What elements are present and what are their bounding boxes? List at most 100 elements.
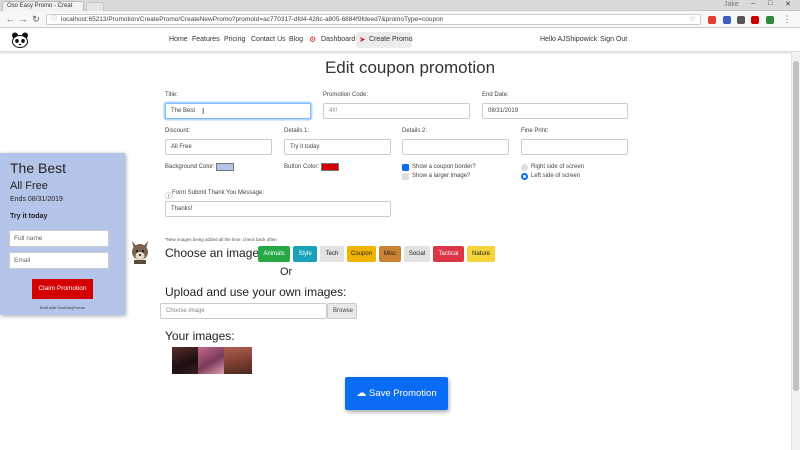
wolf-mascot-icon xyxy=(132,241,148,264)
help-circle-icon: ⓘ xyxy=(165,193,172,200)
coupon-preview-card: The Best All Free Ends 08/31/2019 Try it… xyxy=(0,153,125,315)
nav-blog[interactable]: Blog xyxy=(289,36,303,43)
larger-image-checkbox[interactable] xyxy=(402,173,409,180)
images-note: *New images being added all the time, ch… xyxy=(165,237,277,242)
bg-color-picker[interactable] xyxy=(216,163,234,171)
address-bar-row: ← → ↻ ⓘ localhost:65213/Promotion/Create… xyxy=(0,11,800,28)
coupon-border-label: Show a coupon border? xyxy=(412,164,476,170)
close-window-icon[interactable]: ✕ xyxy=(785,0,791,8)
category-tech-button[interactable]: Tech xyxy=(320,246,344,262)
fine-print-label: Fine Print: xyxy=(521,128,549,134)
back-icon[interactable]: ← xyxy=(4,14,16,24)
your-images-heading: Your images: xyxy=(165,329,235,343)
end-date-label: End Date: xyxy=(482,92,509,98)
upload-file-input[interactable]: Choose image xyxy=(160,303,327,319)
user-image-thumb-2[interactable] xyxy=(198,347,224,374)
details1-label: Details 1: xyxy=(284,128,310,134)
category-tactical-button[interactable]: Tactical xyxy=(433,246,464,262)
category-misc-button[interactable]: Misc xyxy=(379,246,401,262)
or-text: Or xyxy=(280,266,293,278)
button-color-picker[interactable] xyxy=(321,163,339,171)
user-image-thumb-1[interactable] xyxy=(172,347,198,374)
thanks-label: Form Submit Thank You Message: xyxy=(172,190,264,196)
nav-sign-out[interactable]: Sign Out xyxy=(600,36,627,43)
larger-image-label: Show a larger image? xyxy=(412,173,471,179)
category-style-button[interactable]: Style xyxy=(293,246,317,262)
promo-code-input[interactable]: 4!!! xyxy=(323,103,470,119)
preview-fullname-input[interactable]: Full name xyxy=(9,230,109,247)
title-label: Title: xyxy=(165,92,178,98)
page-title: Edit coupon promotion xyxy=(324,58,496,77)
reload-icon[interactable]: ↻ xyxy=(30,14,42,25)
title-input-value: The Best xyxy=(171,108,196,114)
preview-details: Try it today xyxy=(10,213,48,220)
opera-extension-icon[interactable] xyxy=(708,16,716,24)
preview-title: The Best xyxy=(10,160,67,176)
page-scrollbar[interactable] xyxy=(791,52,800,450)
left-side-radio[interactable] xyxy=(521,173,528,180)
bookmark-star-icon[interactable]: ☆ xyxy=(689,15,696,23)
title-input[interactable]: The Best I xyxy=(165,103,311,119)
promo-code-label: Promotion Code: xyxy=(323,92,369,98)
cloud-upload-icon: ☁ xyxy=(356,388,367,399)
details2-label: Details 2: xyxy=(402,128,428,134)
nav-home[interactable]: Home xyxy=(169,36,188,43)
user-image-thumb-3[interactable] xyxy=(224,347,252,374)
thanks-input[interactable]: Thanks! xyxy=(165,201,391,217)
nav-features[interactable]: Features xyxy=(192,36,220,43)
category-nature-button[interactable]: Nature xyxy=(467,246,495,262)
browser-tab[interactable]: Oso Easy Promo - Creat xyxy=(2,1,84,11)
right-side-label: Right side of screen xyxy=(531,164,585,170)
left-side-label: Left side of screen xyxy=(531,173,581,179)
button-color-label: Button Color: xyxy=(284,164,320,170)
details1-input[interactable]: Try it today xyxy=(284,139,391,155)
user-greeting: Hello AJShipowick xyxy=(540,36,598,43)
coupon-border-checkbox[interactable] xyxy=(402,164,409,176)
right-side-radio[interactable] xyxy=(521,164,528,171)
panda-logo-icon[interactable] xyxy=(11,32,29,48)
choose-image-heading: Choose an image: xyxy=(165,246,263,260)
preview-end-date: Ends 08/31/2019 xyxy=(10,196,63,203)
text-cursor-icon: I xyxy=(202,107,205,116)
shield-extension-icon[interactable] xyxy=(723,16,731,24)
new-tab-button[interactable] xyxy=(86,2,104,11)
url-text: localhost:65213/Promotion/CreatePromo/Cr… xyxy=(61,16,444,23)
bg-color-label: Background Color: xyxy=(165,164,215,170)
adblock-extension-icon[interactable] xyxy=(751,16,759,24)
browser-tab-bar: Oso Easy Promo - Creat Jake – □ ✕ xyxy=(0,0,800,11)
discount-input[interactable]: All Free xyxy=(165,139,272,155)
claim-promotion-button[interactable]: Claim Promotion xyxy=(32,279,93,299)
save-promotion-button[interactable]: ☁ Save Promotion xyxy=(345,377,448,410)
discount-label: Discount: xyxy=(165,128,191,134)
forward-icon[interactable]: → xyxy=(17,14,29,24)
details2-input[interactable] xyxy=(402,139,509,155)
preview-email-input[interactable]: Email xyxy=(9,252,109,269)
minimize-icon[interactable]: – xyxy=(751,0,755,7)
green-extension-icon[interactable] xyxy=(766,16,774,24)
fine-print-input[interactable] xyxy=(521,139,628,155)
end-date-input[interactable]: 08/31/2019 xyxy=(482,103,628,119)
upload-heading: Upload and use your own images: xyxy=(165,285,347,299)
url-input[interactable]: ⓘ localhost:65213/Promotion/CreatePromo/… xyxy=(46,14,701,25)
nav-create-promo[interactable]: ➤ Create Promo xyxy=(356,32,413,48)
scrollbar-thumb[interactable] xyxy=(793,61,799,391)
nav-dashboard[interactable]: Dashboard xyxy=(321,36,355,43)
category-animals-button[interactable]: Animals xyxy=(258,246,290,262)
nav-create-promo-label: Create Promo xyxy=(369,36,413,43)
user-name-label: Jake xyxy=(724,1,739,8)
nav-contact-us[interactable]: Contact Us xyxy=(251,36,286,43)
app-navbar: Home Features Pricing Contact Us Blog ⚙ … xyxy=(0,28,800,52)
preview-discount: All Free xyxy=(10,180,48,192)
save-promotion-label: Save Promotion xyxy=(369,388,437,399)
browser-tab-title: Oso Easy Promo - Creat xyxy=(7,3,73,9)
nav-pricing[interactable]: Pricing xyxy=(224,36,245,43)
rocket-icon: ➤ xyxy=(359,35,366,44)
info-icon[interactable]: ⓘ xyxy=(51,15,57,24)
category-coupon-button[interactable]: Coupon xyxy=(347,246,376,262)
browse-button[interactable]: Browse xyxy=(327,303,357,319)
grid-extension-icon[interactable] xyxy=(737,16,745,24)
browser-menu-icon[interactable]: ⋮ xyxy=(781,14,793,25)
gears-icon: ⚙ xyxy=(309,35,317,44)
category-social-button[interactable]: Social xyxy=(404,246,430,262)
maximize-icon[interactable]: □ xyxy=(768,0,772,7)
